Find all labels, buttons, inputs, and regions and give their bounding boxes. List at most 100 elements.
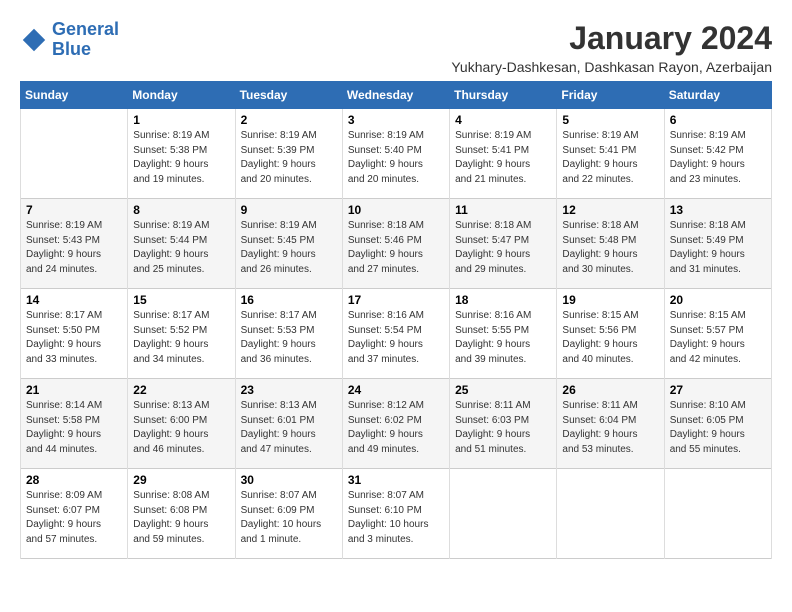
cell-w1-d5: 5 Sunrise: 8:19 AM Sunset: 5:41 PM Daylig… — [557, 109, 664, 199]
cell-info: Sunrise: 8:19 AM Sunset: 5:38 PM Dayligh… — [133, 129, 229, 187]
week-row-3: 14 Sunrise: 8:17 AM Sunset: 5:50 PM Dayli… — [21, 289, 772, 379]
cell-w5-d3: 31 Sunrise: 8:07 AM Sunset: 6:10 PM Dayli… — [342, 469, 449, 559]
header-cell-monday: Monday — [128, 82, 235, 109]
cell-info: Sunrise: 8:08 AM Sunset: 6:08 PM Dayligh… — [133, 489, 229, 547]
cell-info: Sunrise: 8:19 AM Sunset: 5:45 PM Dayligh… — [241, 219, 337, 277]
cell-w5-d5 — [557, 469, 664, 559]
cell-w3-d4: 18 Sunrise: 8:16 AM Sunset: 5:55 PM Dayli… — [450, 289, 557, 379]
day-number: 14 — [26, 293, 122, 307]
cell-info: Sunrise: 8:18 AM Sunset: 5:47 PM Dayligh… — [455, 219, 551, 277]
cell-info: Sunrise: 8:17 AM Sunset: 5:50 PM Dayligh… — [26, 309, 122, 367]
cell-w4-d3: 24Sunrise: 8:12 AM Sunset: 6:02 PM Dayli… — [342, 379, 449, 469]
cell-w2-d0: 7 Sunrise: 8:19 AM Sunset: 5:43 PM Daylig… — [21, 199, 128, 289]
cell-w1-d3: 3 Sunrise: 8:19 AM Sunset: 5:40 PM Daylig… — [342, 109, 449, 199]
day-number: 19 — [562, 293, 658, 307]
cell-w3-d1: 15 Sunrise: 8:17 AM Sunset: 5:52 PM Dayli… — [128, 289, 235, 379]
day-number: 9 — [241, 203, 337, 217]
cell-info: Sunrise: 8:19 AM Sunset: 5:44 PM Dayligh… — [133, 219, 229, 277]
cell-w1-d6: 6Sunrise: 8:19 AM Sunset: 5:42 PM Daylig… — [664, 109, 771, 199]
day-number: 3 — [348, 113, 444, 127]
day-number: 2 — [241, 113, 337, 127]
cell-info: Sunrise: 8:09 AM Sunset: 6:07 PM Dayligh… — [26, 489, 122, 547]
cell-w5-d6 — [664, 469, 771, 559]
header-cell-sunday: Sunday — [21, 82, 128, 109]
cell-w2-d5: 12Sunrise: 8:18 AM Sunset: 5:48 PM Dayli… — [557, 199, 664, 289]
day-number: 31 — [348, 473, 444, 487]
cell-info: Sunrise: 8:07 AM Sunset: 6:10 PM Dayligh… — [348, 489, 444, 547]
cell-w5-d2: 30 Sunrise: 8:07 AM Sunset: 6:09 PM Dayli… — [235, 469, 342, 559]
day-number: 5 — [562, 113, 658, 127]
logo-text: General Blue — [52, 20, 119, 60]
day-number: 27 — [670, 383, 766, 397]
day-number: 10 — [348, 203, 444, 217]
day-number: 24 — [348, 383, 444, 397]
cell-w3-d6: 20 Sunrise: 8:15 AM Sunset: 5:57 PM Dayli… — [664, 289, 771, 379]
day-number: 16 — [241, 293, 337, 307]
day-number: 25 — [455, 383, 551, 397]
cell-w1-d0 — [21, 109, 128, 199]
cell-w4-d2: 23Sunrise: 8:13 AM Sunset: 6:01 PM Dayli… — [235, 379, 342, 469]
cell-info: Sunrise: 8:10 AM Sunset: 6:05 PM Dayligh… — [670, 399, 766, 457]
cell-info: Sunrise: 8:19 AM Sunset: 5:39 PM Dayligh… — [241, 129, 337, 187]
cell-info: Sunrise: 8:19 AM Sunset: 5:41 PM Dayligh… — [562, 129, 658, 187]
cell-w1-d2: 2 Sunrise: 8:19 AM Sunset: 5:39 PM Daylig… — [235, 109, 342, 199]
cell-info: Sunrise: 8:16 AM Sunset: 5:55 PM Dayligh… — [455, 309, 551, 367]
day-number: 21 — [26, 383, 122, 397]
cell-w2-d2: 9 Sunrise: 8:19 AM Sunset: 5:45 PM Daylig… — [235, 199, 342, 289]
cell-info: Sunrise: 8:19 AM Sunset: 5:40 PM Dayligh… — [348, 129, 444, 187]
cell-info: Sunrise: 8:18 AM Sunset: 5:46 PM Dayligh… — [348, 219, 444, 277]
day-number: 20 — [670, 293, 766, 307]
cell-w3-d5: 19 Sunrise: 8:15 AM Sunset: 5:56 PM Dayli… — [557, 289, 664, 379]
cell-info: Sunrise: 8:17 AM Sunset: 5:53 PM Dayligh… — [241, 309, 337, 367]
cell-w4-d4: 25Sunrise: 8:11 AM Sunset: 6:03 PM Dayli… — [450, 379, 557, 469]
header-row: SundayMondayTuesdayWednesdayThursdayFrid… — [21, 82, 772, 109]
week-row-1: 1 Sunrise: 8:19 AM Sunset: 5:38 PM Daylig… — [21, 109, 772, 199]
cell-info: Sunrise: 8:07 AM Sunset: 6:09 PM Dayligh… — [241, 489, 337, 547]
header-cell-friday: Friday — [557, 82, 664, 109]
cell-w4-d0: 21 Sunrise: 8:14 AM Sunset: 5:58 PM Dayli… — [21, 379, 128, 469]
cell-info: Sunrise: 8:14 AM Sunset: 5:58 PM Dayligh… — [26, 399, 122, 457]
title-area: January 2024 Yukhary-Dashkesan, Dashkasa… — [451, 20, 772, 75]
cell-w3-d2: 16 Sunrise: 8:17 AM Sunset: 5:53 PM Dayli… — [235, 289, 342, 379]
cell-w2-d3: 10 Sunrise: 8:18 AM Sunset: 5:46 PM Dayli… — [342, 199, 449, 289]
day-number: 13 — [670, 203, 766, 217]
cell-info: Sunrise: 8:17 AM Sunset: 5:52 PM Dayligh… — [133, 309, 229, 367]
cell-w1-d1: 1 Sunrise: 8:19 AM Sunset: 5:38 PM Daylig… — [128, 109, 235, 199]
day-number: 15 — [133, 293, 229, 307]
cell-w2-d4: 11Sunrise: 8:18 AM Sunset: 5:47 PM Dayli… — [450, 199, 557, 289]
day-number: 12 — [562, 203, 658, 217]
cell-w5-d0: 28 Sunrise: 8:09 AM Sunset: 6:07 PM Dayli… — [21, 469, 128, 559]
cell-w1-d4: 4 Sunrise: 8:19 AM Sunset: 5:41 PM Daylig… — [450, 109, 557, 199]
day-number: 1 — [133, 113, 229, 127]
day-number: 7 — [26, 203, 122, 217]
month-title: January 2024 — [451, 20, 772, 57]
cell-info: Sunrise: 8:19 AM Sunset: 5:42 PM Dayligh… — [670, 129, 766, 187]
day-number: 30 — [241, 473, 337, 487]
header-cell-thursday: Thursday — [450, 82, 557, 109]
calendar-table: SundayMondayTuesdayWednesdayThursdayFrid… — [20, 81, 772, 559]
cell-w2-d6: 13 Sunrise: 8:18 AM Sunset: 5:49 PM Dayli… — [664, 199, 771, 289]
day-number: 4 — [455, 113, 551, 127]
cell-w5-d4 — [450, 469, 557, 559]
cell-w4-d6: 27 Sunrise: 8:10 AM Sunset: 6:05 PM Dayli… — [664, 379, 771, 469]
header-cell-wednesday: Wednesday — [342, 82, 449, 109]
cell-info: Sunrise: 8:15 AM Sunset: 5:56 PM Dayligh… — [562, 309, 658, 367]
page-header: General Blue January 2024 Yukhary-Dashke… — [20, 20, 772, 75]
day-number: 18 — [455, 293, 551, 307]
header-cell-saturday: Saturday — [664, 82, 771, 109]
cell-w3-d3: 17Sunrise: 8:16 AM Sunset: 5:54 PM Dayli… — [342, 289, 449, 379]
cell-w3-d0: 14 Sunrise: 8:17 AM Sunset: 5:50 PM Dayli… — [21, 289, 128, 379]
cell-info: Sunrise: 8:18 AM Sunset: 5:49 PM Dayligh… — [670, 219, 766, 277]
day-number: 29 — [133, 473, 229, 487]
day-number: 26 — [562, 383, 658, 397]
cell-w4-d1: 22Sunrise: 8:13 AM Sunset: 6:00 PM Dayli… — [128, 379, 235, 469]
cell-info: Sunrise: 8:13 AM Sunset: 6:01 PM Dayligh… — [241, 399, 337, 457]
day-number: 28 — [26, 473, 122, 487]
day-number: 17 — [348, 293, 444, 307]
cell-info: Sunrise: 8:11 AM Sunset: 6:04 PM Dayligh… — [562, 399, 658, 457]
cell-info: Sunrise: 8:19 AM Sunset: 5:43 PM Dayligh… — [26, 219, 122, 277]
cell-info: Sunrise: 8:19 AM Sunset: 5:41 PM Dayligh… — [455, 129, 551, 187]
cell-info: Sunrise: 8:15 AM Sunset: 5:57 PM Dayligh… — [670, 309, 766, 367]
header-cell-tuesday: Tuesday — [235, 82, 342, 109]
week-row-4: 21 Sunrise: 8:14 AM Sunset: 5:58 PM Dayli… — [21, 379, 772, 469]
